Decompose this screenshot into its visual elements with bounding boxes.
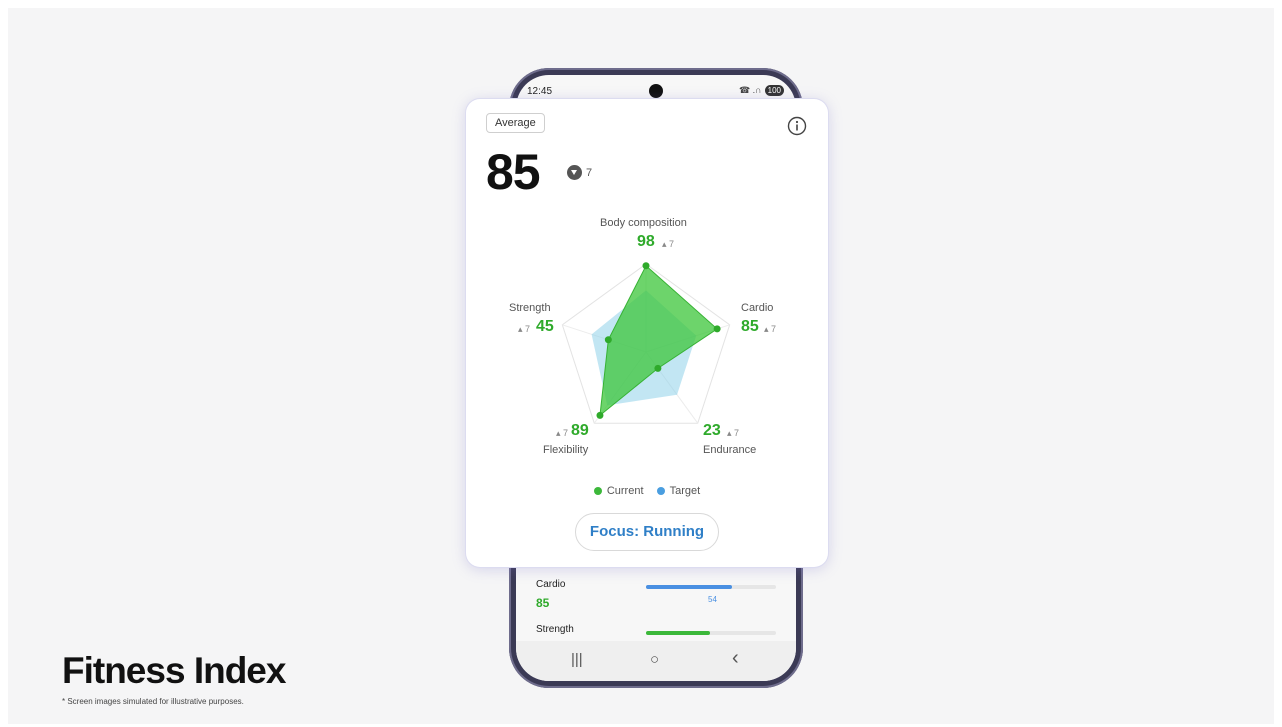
fitness-card: Average 85 7 Body composition 98 ▴ 7 Car…: [466, 99, 828, 567]
back-icon[interactable]: ‹: [732, 647, 739, 670]
axis-label-body: Body composition: [600, 217, 687, 229]
cardio-bar: [646, 585, 776, 589]
axis-label-strength: Strength: [509, 302, 551, 314]
metric-label: Cardio: [536, 579, 566, 590]
axis-value-flexibility: 89: [571, 422, 589, 439]
axis-delta-endurance: ▴ 7: [727, 428, 740, 438]
axis-delta-cardio: ▴ 7: [764, 324, 777, 334]
axis-delta-body: ▴ 7: [662, 239, 675, 249]
data-point-cardio: [713, 325, 721, 333]
camera-cutout: [649, 84, 663, 98]
axis-delta-strength: ▴ 7: [518, 324, 531, 334]
focus-button[interactable]: Focus: Running: [575, 513, 719, 551]
status-time: 12:45: [527, 86, 553, 97]
cardio-bar-label: 54: [708, 595, 717, 604]
background: 12:45 ☎ .∩ 100 Cardio 85 54 Strength 45: [8, 8, 1274, 724]
strength-bar: [646, 631, 776, 635]
axis-value-strength: 45: [536, 318, 554, 335]
strength-bar-fill: [646, 631, 710, 635]
axis-value-endurance: 23: [703, 422, 721, 439]
chart-legend: Current Target: [466, 485, 828, 497]
status-icons: ☎ .∩ 100: [739, 85, 784, 96]
data-point-strength: [604, 336, 612, 344]
axis-label-cardio: Cardio: [741, 302, 774, 314]
brand-note: * Screen images simulated for illustrati…: [62, 697, 244, 706]
axis-label-flexibility: Flexibility: [543, 444, 589, 456]
axis-label-endurance: Endurance: [703, 444, 757, 456]
data-point-body-composition: [642, 262, 650, 270]
cardio-bar-fill: [646, 585, 732, 589]
target-dot-icon: [656, 487, 665, 496]
legend-target: Target: [656, 485, 700, 497]
home-icon[interactable]: ○: [650, 651, 659, 668]
data-point-endurance: [654, 364, 662, 372]
data-point-flexibility: [596, 411, 604, 419]
recents-icon[interactable]: |||: [571, 651, 583, 668]
brand-title: Fitness Index: [62, 650, 286, 691]
nav-bar: ||| ○ ‹: [516, 641, 796, 681]
metric-label: Strength: [536, 624, 574, 635]
axis-delta-flexibility: ▴ 7: [556, 428, 569, 438]
legend-current: Current: [593, 485, 644, 497]
current-dot-icon: [593, 487, 602, 496]
signal-icon: ☎ .∩: [738, 85, 762, 95]
metric-value: 85: [536, 596, 550, 610]
battery-icon: 100: [764, 85, 784, 96]
axis-value-cardio: 85: [741, 318, 759, 335]
axis-value-body: 98: [637, 233, 655, 250]
metric-cardio[interactable]: Cardio 85: [536, 579, 565, 610]
